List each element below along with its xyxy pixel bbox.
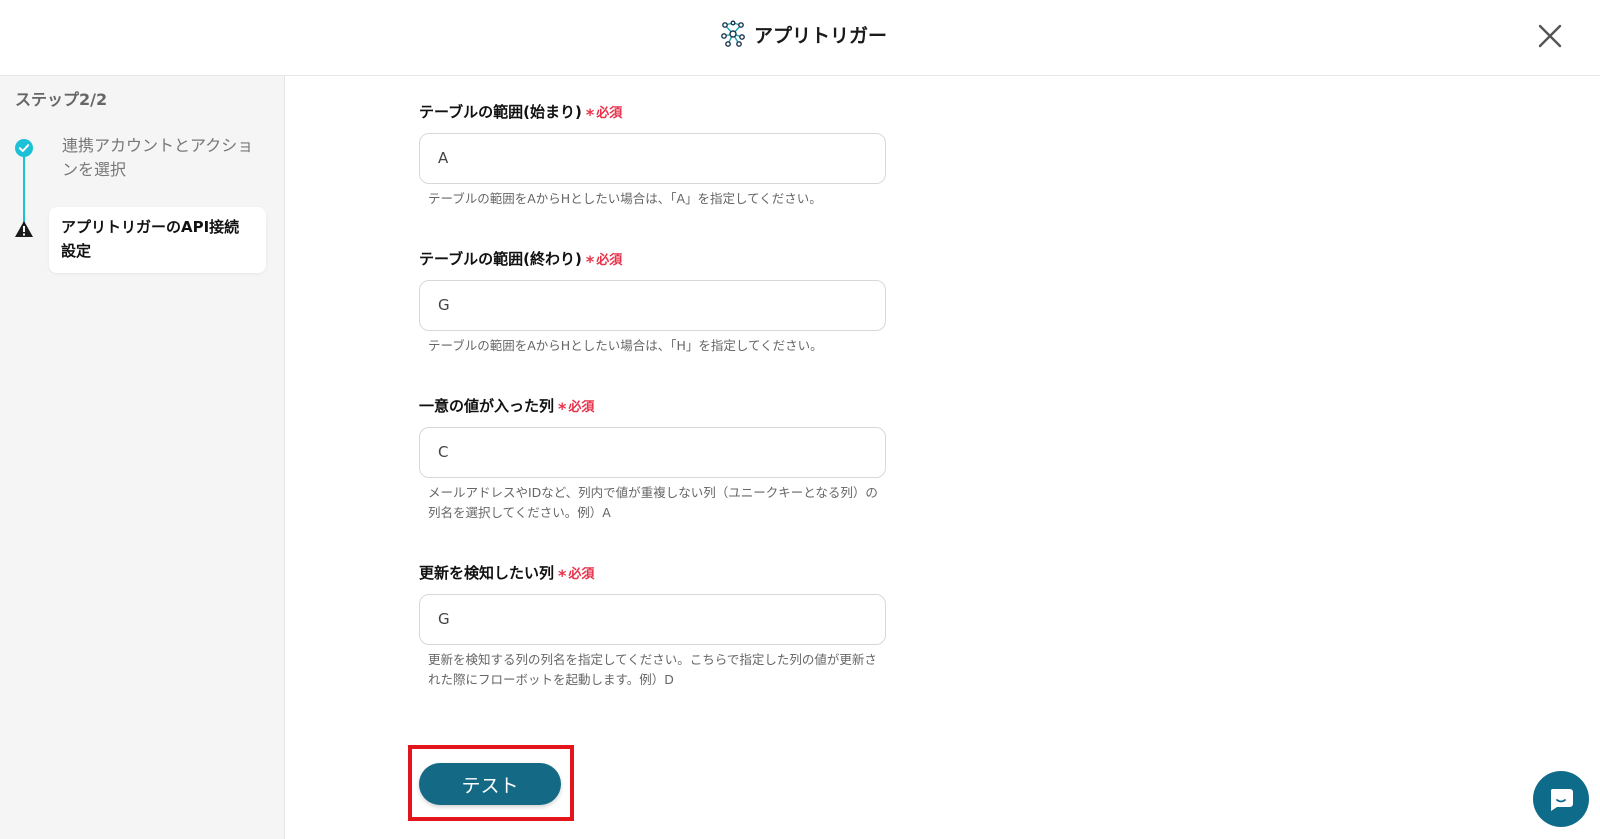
required-marker: * 必須 bbox=[585, 252, 623, 271]
required-text: 必須 bbox=[568, 567, 595, 582]
warning-icon bbox=[15, 221, 33, 237]
field-label-unique-column: 一意の値が入った列 * 必須 bbox=[419, 395, 595, 418]
unique-column-input[interactable]: C bbox=[419, 427, 886, 478]
required-marker: * 必須 bbox=[558, 399, 595, 418]
chat-launcher-button[interactable] bbox=[1533, 771, 1589, 827]
network-icon bbox=[721, 20, 745, 47]
field-label-range-start: テーブルの範囲(始まり) * 必須 bbox=[419, 101, 623, 124]
check-circle-icon bbox=[15, 139, 33, 157]
header-bar: アプリトリガー bbox=[0, 0, 1600, 76]
field-label-text: 更新を検知したい列 bbox=[419, 564, 555, 582]
required-marker: * 必須 bbox=[585, 105, 623, 124]
chat-icon[interactable] bbox=[1547, 785, 1575, 813]
close-icon[interactable] bbox=[1534, 20, 1566, 52]
page-title: アプリトリガー bbox=[754, 24, 888, 47]
watch-column-input[interactable]: G bbox=[419, 594, 886, 645]
required-marker: * 必須 bbox=[558, 566, 595, 585]
field-label-text: テーブルの範囲(始まり) bbox=[419, 103, 582, 121]
range-end-input[interactable]: G bbox=[419, 280, 886, 331]
close-button[interactable] bbox=[1534, 20, 1566, 52]
step-item-account[interactable]: 連携アカウントとアクションを選択 bbox=[62, 134, 262, 182]
field-label-range-end: テーブルの範囲(終わり) * 必須 bbox=[419, 248, 623, 271]
watch-column-help: 更新を検知する列の列名を指定してください。こちらで指定した列の値が更新された際に… bbox=[428, 652, 877, 687]
required-text: 必須 bbox=[596, 106, 623, 121]
field-label-text: テーブルの範囲(終わり) bbox=[419, 250, 582, 268]
field-label-text: 一意の値が入った列 bbox=[419, 397, 555, 415]
unique-column-help: メールアドレスやIDなど、列内で値が重複しない列（ユニークキーとなる列）の列名を… bbox=[428, 485, 878, 520]
step-sidebar: ステップ2/2 連携アカウントとアクションを選択 アプリトリガーのAPI接続設定 bbox=[0, 76, 285, 839]
step-counter: ステップ2/2 bbox=[15, 90, 108, 109]
range-start-input[interactable]: A bbox=[419, 133, 886, 184]
step-item-api-settings[interactable]: アプリトリガーのAPI接続設定 bbox=[49, 207, 266, 273]
app-title: アプリトリガー bbox=[720, 18, 887, 50]
range-start-help: テーブルの範囲をAからHとしたい場合は、「A」を指定してください。 bbox=[428, 191, 822, 206]
range-end-help: テーブルの範囲をAからHとしたい場合は、「H」を指定してください。 bbox=[428, 338, 823, 353]
step-connector bbox=[23, 150, 25, 230]
required-text: 必須 bbox=[596, 253, 623, 268]
required-text: 必須 bbox=[568, 400, 595, 415]
test-button[interactable]: テスト bbox=[419, 763, 561, 805]
field-label-watch-column: 更新を検知したい列 * 必須 bbox=[419, 562, 595, 585]
